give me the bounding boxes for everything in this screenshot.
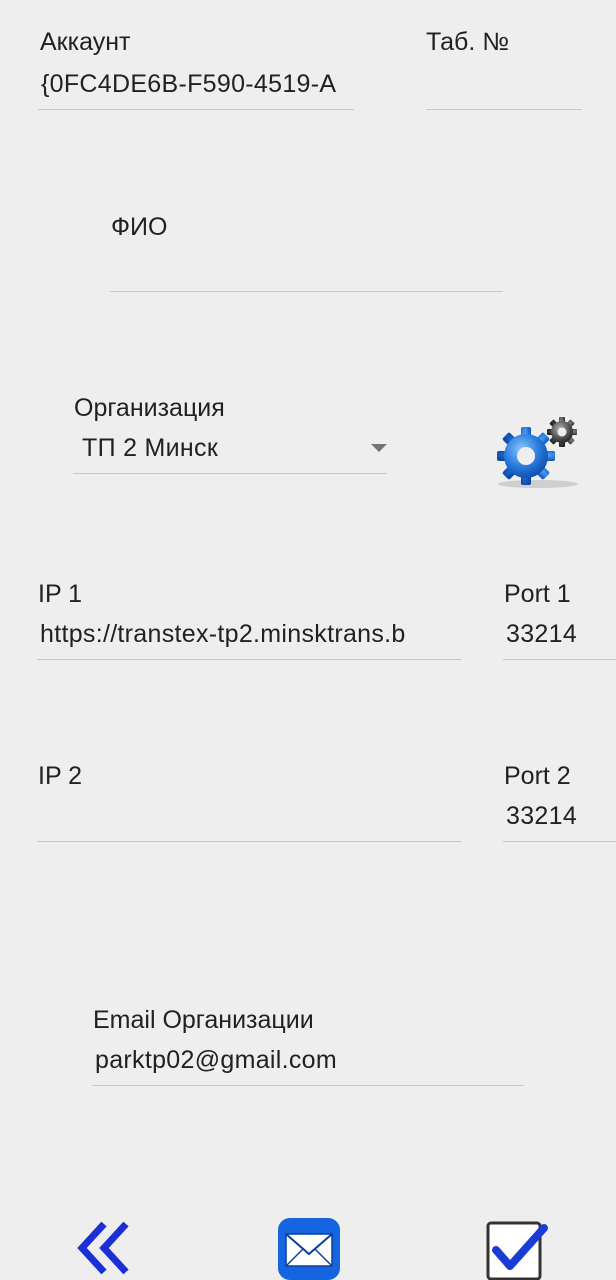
fio-label: ФИО bbox=[111, 213, 168, 241]
port2-field[interactable]: 33214 bbox=[503, 794, 616, 842]
back-button[interactable] bbox=[74, 1218, 134, 1276]
email-button[interactable] bbox=[276, 1216, 342, 1280]
email-label: Email Организации bbox=[93, 1006, 314, 1034]
gears-icon bbox=[497, 417, 578, 488]
organization-label: Организация bbox=[74, 394, 225, 422]
organization-selected-value: ТП 2 Минск bbox=[82, 434, 219, 462]
account-field[interactable]: {0FC4DE6B-F590-4519-A bbox=[38, 62, 354, 110]
fio-field[interactable] bbox=[110, 244, 503, 292]
ip2-field[interactable] bbox=[37, 794, 461, 842]
settings-button[interactable] bbox=[492, 410, 584, 492]
port2-label: Port 2 bbox=[504, 762, 571, 790]
account-label: Аккаунт bbox=[40, 28, 131, 56]
email-field[interactable]: parktp02@gmail.com bbox=[92, 1038, 524, 1086]
ip1-field[interactable]: https://transtex-tp2.minsktrans.b bbox=[37, 612, 461, 660]
double-chevron-left-icon bbox=[77, 1221, 129, 1275]
port1-field[interactable]: 33214 bbox=[503, 612, 616, 660]
confirm-button[interactable] bbox=[484, 1218, 550, 1280]
tab-number-field[interactable] bbox=[426, 62, 582, 110]
envelope-icon bbox=[278, 1218, 340, 1280]
ip2-label: IP 2 bbox=[38, 762, 83, 790]
ip1-label: IP 1 bbox=[38, 580, 83, 608]
port1-label: Port 1 bbox=[504, 580, 571, 608]
checkbox-checked-icon bbox=[486, 1221, 548, 1280]
organization-select[interactable]: ТП 2 Минск bbox=[73, 426, 387, 474]
tab-number-label: Таб. № bbox=[426, 28, 510, 56]
chevron-down-icon bbox=[371, 444, 387, 452]
